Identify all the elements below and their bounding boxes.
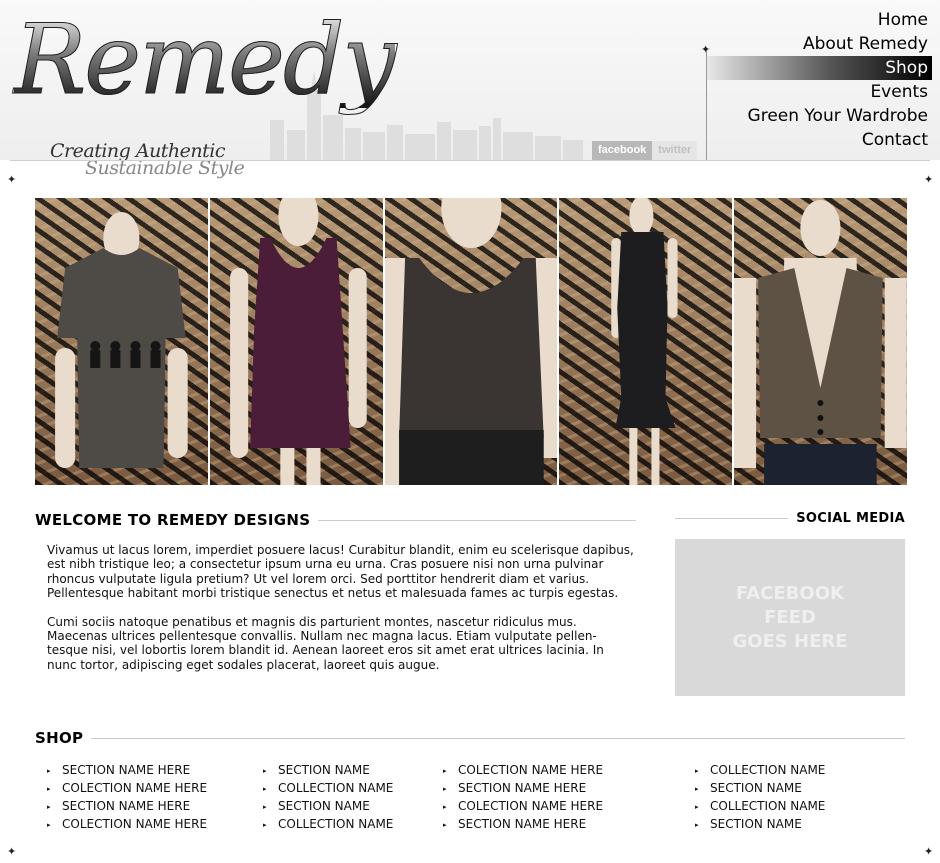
shop-link[interactable]: ▸ SECTION NAME HERE <box>47 797 207 815</box>
garment-shape <box>57 248 186 468</box>
heading-rule <box>675 518 789 519</box>
social-media-heading: SOCIAL MEDIA <box>675 511 905 526</box>
garment-shape <box>249 238 351 448</box>
bullet-icon: ▸ <box>443 767 447 775</box>
nav-item-about-remedy[interactable]: About Remedy <box>707 32 932 56</box>
shop-link[interactable]: ▸ COLLECTION NAME <box>695 797 825 815</box>
gallery-photo-tank-dress[interactable] <box>209 198 383 485</box>
remedy-logo[interactable]: Remedy Creating Authentic Sustainable St… <box>10 10 398 190</box>
gallery-photo-black-dress[interactable] <box>559 198 733 485</box>
shop-link[interactable]: ▸ COLLECTION NAME <box>695 761 825 779</box>
shop-link[interactable]: ▸ COLLECTION NAME <box>263 815 393 833</box>
heading-rule <box>91 737 905 739</box>
bullet-icon: ▸ <box>443 803 447 811</box>
shop-link[interactable]: ▸ COLLECTION NAME <box>263 779 393 797</box>
nav-item-shop[interactable]: Shop <box>707 56 932 80</box>
welcome-paragraph-2: Cumi sociis natoque penatibus et magnis … <box>47 614 604 672</box>
heading-rule <box>318 519 636 521</box>
shop-link[interactable]: ▸ SECTION NAME <box>263 761 393 779</box>
facebook-feed-text: FACEBOOK FEED GOES HERE <box>732 582 848 652</box>
shop-link[interactable]: ▸ SECTION NAME <box>263 797 393 815</box>
social-media-title: SOCIAL MEDIA <box>796 511 905 526</box>
shop-link[interactable]: ▸ COLECTION NAME HERE <box>443 761 603 779</box>
bullet-icon: ▸ <box>443 785 447 793</box>
shop-column-3: ▸ COLECTION NAME HERE ▸ SECTION NAME HERE … <box>443 761 603 833</box>
product-gallery <box>35 198 907 485</box>
twitter-link[interactable]: twitter <box>652 141 698 160</box>
bullet-icon: ▸ <box>443 821 447 829</box>
gallery-photo-tee[interactable] <box>35 198 208 485</box>
corner-ornament-icon: ✦ <box>924 173 934 186</box>
bullet-icon: ▸ <box>47 803 51 811</box>
site-header: Remedy Creating Authentic Sustainable St… <box>0 0 940 179</box>
gallery-photo-sequin-tank[interactable] <box>384 198 558 485</box>
shop-link[interactable]: ▸ SECTION NAME HERE <box>443 815 603 833</box>
nav-item-contact[interactable]: Contact <box>707 128 932 152</box>
shop-link[interactable]: ▸ COLECTION NAME HERE <box>47 779 207 797</box>
bullet-icon: ▸ <box>263 803 267 811</box>
shop-heading: SHOP <box>35 729 905 747</box>
garment-shape <box>398 258 544 438</box>
shop-link[interactable]: ▸ SECTION NAME <box>695 815 825 833</box>
bullet-icon: ▸ <box>695 803 699 811</box>
welcome-heading: WELCOME TO REMEDY DESIGNS <box>35 511 636 529</box>
shop-link[interactable]: ▸ SECTION NAME HERE <box>443 779 603 797</box>
shop-link[interactable]: ▸ COLECTION NAME HERE <box>443 797 603 815</box>
bullet-icon: ▸ <box>47 785 51 793</box>
nav-item-green-your-wardrobe[interactable]: Green Your Wardrobe <box>707 104 932 128</box>
corner-ornament-icon: ✦ <box>7 173 17 186</box>
social-links: facebook twitter <box>592 141 698 160</box>
nav-item-home[interactable]: Home <box>707 8 932 32</box>
shop-link[interactable]: ▸ SECTION NAME HERE <box>47 761 207 779</box>
nav-item-events[interactable]: Events <box>707 80 932 104</box>
bullet-icon: ▸ <box>695 821 699 829</box>
shop-column-4: ▸ COLLECTION NAME ▸ SECTION NAME ▸ COLLECTI… <box>695 761 825 833</box>
bullet-icon: ▸ <box>263 821 267 829</box>
bullet-icon: ▸ <box>695 785 699 793</box>
garment-shape <box>615 232 676 428</box>
shop-column-1: ▸ SECTION NAME HERE ▸ COLECTION NAME HERE … <box>47 761 207 833</box>
welcome-paragraph-1: Vivamus ut lacus lorem, imperdiet posuer… <box>47 543 634 601</box>
shop-link[interactable]: ▸ COLECTION NAME HERE <box>47 815 207 833</box>
shop-link[interactable]: ▸ SECTION NAME <box>695 779 825 797</box>
corner-ornament-icon: ✦ <box>7 845 17 858</box>
facebook-feed-placeholder: FACEBOOK FEED GOES HERE <box>675 539 905 696</box>
corner-ornament-icon: ✦ <box>924 845 934 858</box>
bullet-icon: ▸ <box>47 821 51 829</box>
gallery-photo-vest[interactable] <box>734 198 907 485</box>
shop-column-2: ▸ SECTION NAME ▸ COLLECTION NAME ▸ SECTION … <box>263 761 393 833</box>
bullet-icon: ▸ <box>263 785 267 793</box>
header-divider <box>10 160 930 161</box>
bullet-icon: ▸ <box>695 767 699 775</box>
shop-title: SHOP <box>35 729 84 747</box>
welcome-title: WELCOME TO REMEDY DESIGNS <box>35 511 311 529</box>
bullet-icon: ▸ <box>263 767 267 775</box>
welcome-body: Vivamus ut lacus lorem, imperdiet posuer… <box>47 543 637 672</box>
bullet-icon: ▸ <box>47 767 51 775</box>
logo-wordmark: Remedy <box>14 4 398 116</box>
main-nav: Home About Remedy Shop Events Green Your… <box>707 8 932 152</box>
facebook-link[interactable]: facebook <box>592 141 653 160</box>
